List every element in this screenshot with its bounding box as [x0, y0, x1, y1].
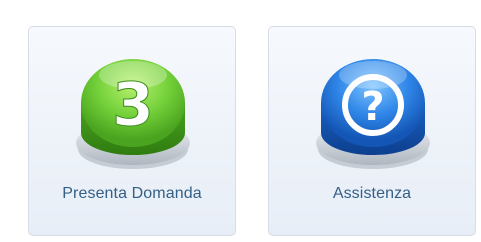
presenta-domanda-label: Presenta Domanda — [62, 185, 202, 202]
assistenza-label: Assistenza — [332, 185, 412, 202]
assistenza-tile[interactable]: ? Assistenza — [268, 26, 476, 236]
presenta-domanda-tile[interactable]: 3 Presenta Domanda — [28, 26, 236, 236]
tile-icon-glyph: ? — [361, 84, 384, 130]
question-mark-blue-button-icon: ? — [307, 45, 439, 177]
tile-icon-glyph: 3 — [112, 70, 154, 140]
number-3-green-button-icon: 3 — [67, 45, 199, 177]
